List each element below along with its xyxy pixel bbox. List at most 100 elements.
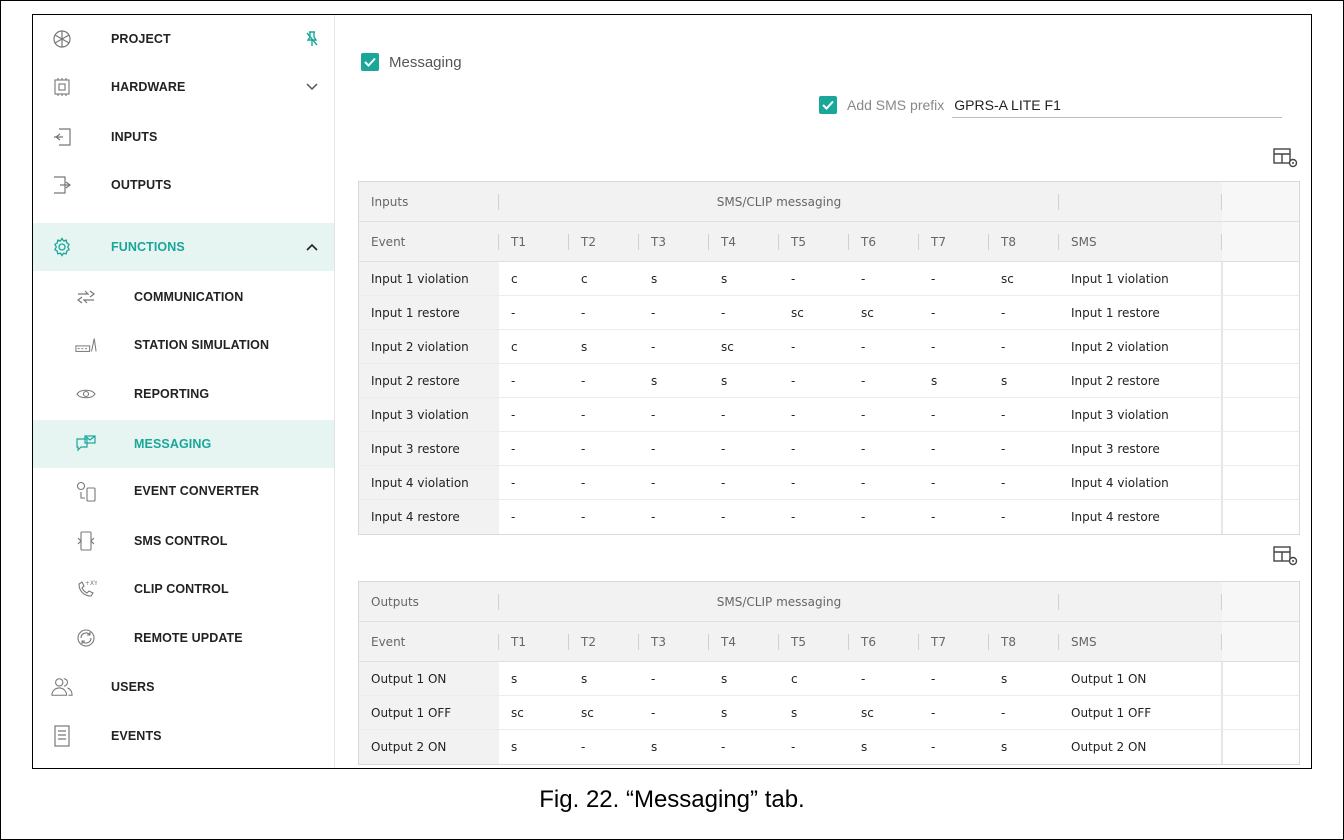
transmission-cell[interactable]: - xyxy=(849,364,919,397)
event-cell[interactable]: Input 3 violation xyxy=(359,398,499,431)
column-header[interactable]: T6 xyxy=(849,622,919,661)
transmission-cell[interactable]: - xyxy=(849,262,919,295)
sms-text-cell[interactable]: Input 1 restore xyxy=(1059,296,1222,329)
sidebar-item-inputs[interactable]: INPUTS xyxy=(33,113,334,161)
transmission-cell[interactable]: s xyxy=(639,262,709,295)
column-header[interactable]: SMS xyxy=(1059,222,1222,261)
transmission-cell[interactable]: - xyxy=(919,432,989,465)
transmission-cell[interactable]: sc xyxy=(989,262,1059,295)
sms-text-cell[interactable]: Input 1 violation xyxy=(1059,262,1222,295)
column-header[interactable]: Event xyxy=(359,222,499,261)
sidebar-item-clip-control[interactable]: +XYZ CLIP CONTROL xyxy=(33,565,334,613)
transmission-cell[interactable]: - xyxy=(919,500,989,534)
table-row[interactable]: Output 1 ON s s - s c - - s Output 1 ON xyxy=(359,662,1299,696)
transmission-cell[interactable]: - xyxy=(709,398,779,431)
column-header[interactable]: T5 xyxy=(779,222,849,261)
column-header[interactable]: Event xyxy=(359,622,499,661)
transmission-cell[interactable]: - xyxy=(709,432,779,465)
column-header[interactable]: T5 xyxy=(779,622,849,661)
transmission-cell[interactable]: sc xyxy=(569,696,639,729)
transmission-cell[interactable]: - xyxy=(499,500,569,534)
column-header[interactable]: T8 xyxy=(989,222,1059,261)
transmission-cell[interactable]: sc xyxy=(499,696,569,729)
transmission-cell[interactable]: - xyxy=(569,398,639,431)
transmission-cell[interactable]: - xyxy=(919,262,989,295)
table-row[interactable]: Output 1 OFF sc sc - s s sc - - Output 1 OFF xyxy=(359,696,1299,730)
transmission-cell[interactable]: - xyxy=(779,432,849,465)
transmission-cell[interactable]: - xyxy=(779,500,849,534)
transmission-cell[interactable]: - xyxy=(639,296,709,329)
transmission-cell[interactable]: s xyxy=(849,730,919,764)
transmission-cell[interactable]: - xyxy=(779,364,849,397)
transmission-cell[interactable]: - xyxy=(849,500,919,534)
transmission-cell[interactable]: - xyxy=(499,296,569,329)
transmission-cell[interactable]: - xyxy=(779,330,849,363)
column-header[interactable]: T3 xyxy=(639,622,709,661)
messaging-toggle[interactable]: Messaging xyxy=(361,53,462,71)
sidebar-item-event-converter[interactable]: EVENT CONVERTER xyxy=(33,467,334,515)
transmission-cell[interactable]: - xyxy=(989,398,1059,431)
event-cell[interactable]: Input 2 violation xyxy=(359,330,499,363)
sidebar-item-reporting[interactable]: REPORTING xyxy=(33,370,334,418)
event-cell[interactable]: Input 2 restore xyxy=(359,364,499,397)
sms-text-cell[interactable]: Output 1 ON xyxy=(1059,662,1222,695)
transmission-cell[interactable]: - xyxy=(569,296,639,329)
transmission-cell[interactable]: s xyxy=(989,364,1059,397)
table-row[interactable]: Input 2 restore - - s s - - s s Input 2 restore xyxy=(359,364,1299,398)
transmission-cell[interactable]: c xyxy=(779,662,849,695)
transmission-cell[interactable]: s xyxy=(709,262,779,295)
transmission-cell[interactable]: - xyxy=(639,330,709,363)
column-header[interactable]: T7 xyxy=(919,222,989,261)
event-cell[interactable]: Output 1 OFF xyxy=(359,696,499,729)
sms-prefix-input[interactable] xyxy=(952,92,1283,118)
table-settings-icon[interactable] xyxy=(1273,545,1299,567)
transmission-cell[interactable]: s xyxy=(709,364,779,397)
transmission-cell[interactable]: - xyxy=(569,466,639,499)
transmission-cell[interactable]: - xyxy=(569,364,639,397)
transmission-cell[interactable]: - xyxy=(499,398,569,431)
column-header[interactable]: T4 xyxy=(709,622,779,661)
transmission-cell[interactable]: - xyxy=(779,398,849,431)
sms-text-cell[interactable]: Input 3 violation xyxy=(1059,398,1222,431)
transmission-cell[interactable]: s xyxy=(499,730,569,764)
transmission-cell[interactable]: - xyxy=(639,398,709,431)
transmission-cell[interactable]: s xyxy=(709,662,779,695)
transmission-cell[interactable]: - xyxy=(709,500,779,534)
chevron-up-icon[interactable] xyxy=(304,239,320,255)
transmission-cell[interactable]: - xyxy=(919,730,989,764)
transmission-cell[interactable]: - xyxy=(919,398,989,431)
transmission-cell[interactable]: s xyxy=(639,730,709,764)
transmission-cell[interactable]: s xyxy=(919,364,989,397)
transmission-cell[interactable]: - xyxy=(989,432,1059,465)
sms-text-cell[interactable]: Input 2 restore xyxy=(1059,364,1222,397)
event-cell[interactable]: Input 1 violation xyxy=(359,262,499,295)
column-header[interactable]: T1 xyxy=(499,222,569,261)
transmission-cell[interactable]: - xyxy=(989,500,1059,534)
messaging-checkbox[interactable] xyxy=(361,53,379,71)
column-header[interactable]: T1 xyxy=(499,622,569,661)
transmission-cell[interactable]: - xyxy=(639,662,709,695)
sidebar-item-messaging[interactable]: MESSAGING xyxy=(33,420,334,468)
sidebar-item-sms-control[interactable]: SMS CONTROL xyxy=(33,517,334,565)
transmission-cell[interactable]: - xyxy=(639,432,709,465)
event-cell[interactable]: Output 2 ON xyxy=(359,730,499,764)
transmission-cell[interactable]: - xyxy=(919,330,989,363)
event-cell[interactable]: Input 4 violation xyxy=(359,466,499,499)
transmission-cell[interactable]: c xyxy=(499,262,569,295)
sidebar-item-users[interactable]: USERS xyxy=(33,663,334,711)
transmission-cell[interactable]: - xyxy=(919,466,989,499)
sidebar-item-events[interactable]: EVENTS xyxy=(33,712,334,760)
transmission-cell[interactable]: sc xyxy=(709,330,779,363)
transmission-cell[interactable]: - xyxy=(849,432,919,465)
sidebar-item-project[interactable]: PROJECT xyxy=(33,15,334,63)
sms-text-cell[interactable]: Input 4 restore xyxy=(1059,500,1222,534)
transmission-cell[interactable]: - xyxy=(849,466,919,499)
transmission-cell[interactable]: s xyxy=(499,662,569,695)
transmission-cell[interactable]: - xyxy=(849,330,919,363)
transmission-cell[interactable]: - xyxy=(989,330,1059,363)
transmission-cell[interactable]: sc xyxy=(779,296,849,329)
transmission-cell[interactable]: - xyxy=(779,466,849,499)
sms-prefix-checkbox[interactable] xyxy=(819,96,837,114)
transmission-cell[interactable]: - xyxy=(849,398,919,431)
transmission-cell[interactable]: - xyxy=(989,466,1059,499)
